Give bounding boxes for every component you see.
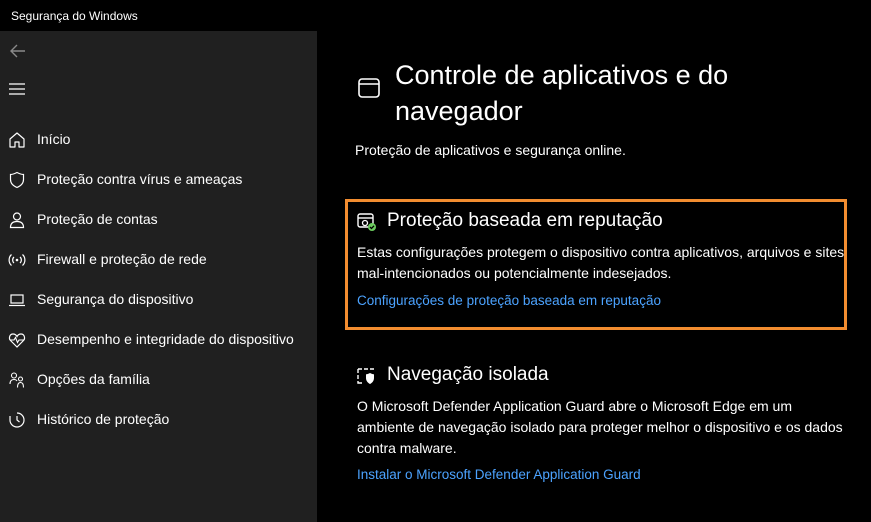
person-icon	[9, 212, 25, 229]
app-title: Segurança do Windows	[11, 9, 138, 23]
section-description: O Microsoft Defender Application Guard a…	[357, 398, 843, 456]
section-title: Navegação isolada	[387, 364, 549, 385]
hamburger-menu-icon[interactable]	[8, 82, 26, 96]
sidebar-item-account-protection[interactable]: Proteção de contas	[0, 202, 317, 238]
heart-pulse-icon	[8, 333, 26, 348]
sidebar-item-label: Desempenho e integridade do dispositivo	[37, 331, 294, 347]
sidebar-item-family-options[interactable]: Opções da família	[0, 362, 317, 398]
sidebar-item-protection-history[interactable]: Histórico de proteção	[0, 402, 317, 438]
back-arrow-icon[interactable]	[8, 41, 28, 61]
sidebar-item-label: Proteção de contas	[37, 211, 158, 227]
sidebar-item-device-performance[interactable]: Desempenho e integridade do dispositivo	[0, 322, 317, 358]
sidebar-item-inicio[interactable]: Início	[0, 122, 317, 158]
sidebar-item-label: Firewall e proteção de rede	[37, 251, 207, 267]
highlight-box	[345, 199, 847, 330]
page-subtitle: Proteção de aplicativos e segurança onli…	[355, 142, 626, 158]
page-title: Controle de aplicativos e do navegador	[395, 60, 729, 126]
shield-icon	[9, 171, 25, 189]
sidebar: Início Proteção contra vírus e ameaças P…	[0, 31, 317, 522]
family-icon	[9, 372, 25, 388]
sidebar-item-label: Proteção contra vírus e ameaças	[37, 171, 243, 187]
sidebar-item-label: Opções da família	[37, 371, 150, 387]
history-icon	[9, 412, 25, 428]
sidebar-item-firewall[interactable]: Firewall e proteção de rede	[0, 242, 317, 278]
home-icon	[9, 132, 25, 148]
sidebar-item-label: Histórico de proteção	[37, 411, 170, 427]
install-application-guard-link[interactable]: Instalar o Microsoft Defender Applicatio…	[357, 467, 641, 482]
sidebar-item-device-security[interactable]: Segurança do dispositivo	[0, 282, 317, 318]
sidebar-item-virus-protection[interactable]: Proteção contra vírus e ameaças	[0, 162, 317, 198]
title-bar: Segurança do Windows	[0, 0, 871, 31]
app-browser-window-icon	[358, 78, 380, 98]
sidebar-item-label: Segurança do dispositivo	[37, 291, 194, 307]
sidebar-item-label: Início	[37, 131, 71, 147]
isolated-browsing-icon	[357, 368, 374, 384]
wifi-icon	[8, 254, 26, 266]
laptop-icon	[9, 294, 25, 307]
